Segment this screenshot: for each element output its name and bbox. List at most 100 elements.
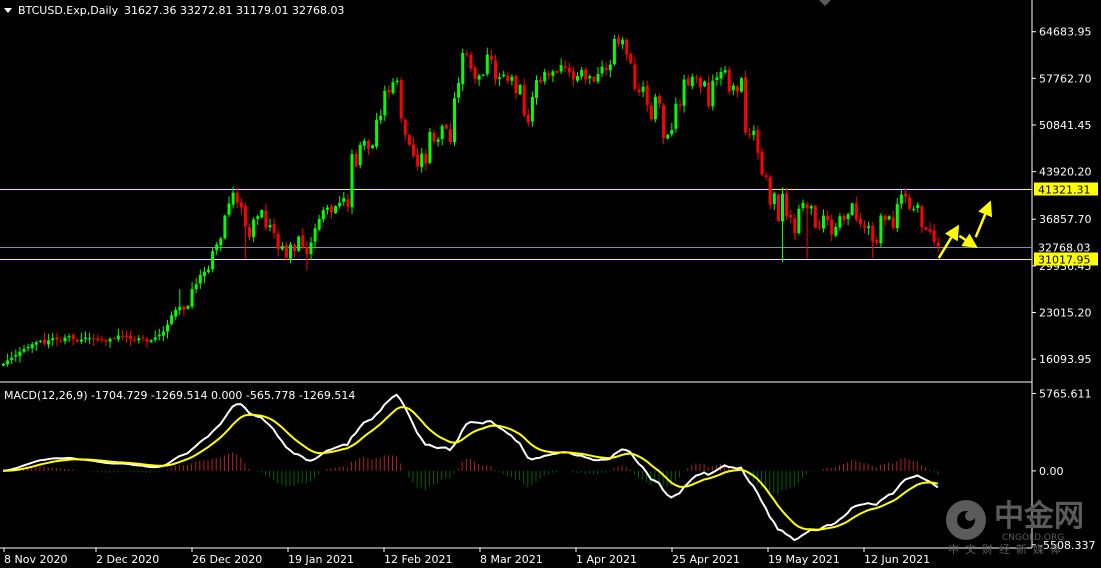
candle-bull <box>178 307 182 311</box>
candle-bear <box>842 215 846 221</box>
candle-bull <box>116 335 120 340</box>
macd-histogram <box>6 452 939 495</box>
candle-bull <box>268 225 272 228</box>
candle-bull <box>481 74 485 76</box>
candle-bear <box>55 337 59 340</box>
candle-bear <box>793 218 797 234</box>
candle-bull <box>801 202 805 209</box>
candle-bear <box>494 60 497 80</box>
candle-bull <box>194 284 198 290</box>
candle-bear <box>75 339 79 342</box>
time-tick-label: 8 Nov 2020 <box>4 553 67 566</box>
time-tick-label: 25 Apr 2021 <box>672 553 740 566</box>
candle-bull <box>772 193 776 204</box>
candle-bull <box>227 203 231 215</box>
candle-bear <box>617 37 620 44</box>
candle-bull <box>186 305 190 309</box>
candle-bull <box>682 79 686 106</box>
candle-bear <box>547 73 551 76</box>
candle-bear <box>43 339 46 344</box>
candle-bear <box>768 177 772 205</box>
candle-bear <box>526 114 530 123</box>
candle-bear <box>444 124 448 129</box>
trading-chart: 64683.95 57762.70 50841.45 43920.20 36857.70… <box>0 0 1101 568</box>
candle-bear <box>346 199 350 207</box>
candle-bear <box>522 85 526 116</box>
candle-bear <box>330 206 333 213</box>
candle-bull <box>580 70 584 77</box>
candle-bull <box>34 342 38 345</box>
candle-bear <box>432 133 436 142</box>
candle-bear <box>920 206 924 228</box>
candle-bear <box>662 104 666 139</box>
candle-bear <box>854 203 858 220</box>
candle-bear <box>96 338 100 341</box>
candle-bull <box>362 140 366 146</box>
candle-bear <box>133 339 137 341</box>
candle-bear <box>756 130 760 153</box>
candle-bear <box>412 144 415 156</box>
candle-bull <box>317 218 321 230</box>
candle-bear <box>366 140 370 149</box>
candle-bull <box>436 139 440 142</box>
candle-bull <box>596 74 600 82</box>
candle-bear <box>735 86 739 92</box>
candle-bull <box>79 339 83 342</box>
price-tick-label: 64683.95 <box>1039 26 1092 39</box>
candle-bear <box>776 194 780 221</box>
candles-group <box>2 34 940 367</box>
candle-bull <box>723 70 727 73</box>
candle-bear <box>678 104 682 106</box>
candle-bear <box>571 71 575 80</box>
candle-bear <box>92 338 96 340</box>
candle-bear <box>637 89 641 93</box>
candle-bull <box>260 210 264 218</box>
candle-bull <box>457 82 461 98</box>
candle-bear <box>243 206 247 227</box>
candle-bull <box>174 309 178 317</box>
candle-bear <box>813 205 817 228</box>
candle-bull <box>309 242 313 254</box>
candle-bear <box>506 75 510 81</box>
candle-bull <box>215 244 219 251</box>
watermark-name: 中金网 <box>994 499 1084 534</box>
macd-tick-label: 0.00 <box>1039 465 1064 478</box>
candle-bear <box>354 153 358 167</box>
candle-bear <box>305 247 309 254</box>
candle-bear <box>293 244 297 252</box>
candle-bull <box>157 334 161 337</box>
candle-bear <box>908 197 912 209</box>
candle-bull <box>321 210 325 220</box>
candle-bear <box>633 64 637 89</box>
candle-bull <box>88 338 92 340</box>
candle-bear <box>473 67 477 79</box>
candle-bear <box>748 133 752 135</box>
candle-bear <box>182 306 186 310</box>
candle-bull <box>256 216 260 219</box>
candle-bull <box>440 125 444 140</box>
candle-bull <box>453 98 456 143</box>
time-tick-label: 12 Jun 2021 <box>864 553 930 566</box>
candle-bull <box>740 78 743 92</box>
time-tick-label: 12 Feb 2021 <box>384 553 452 566</box>
candle-bull <box>846 214 850 220</box>
candle-bull <box>420 153 424 168</box>
watermark-logo <box>946 500 986 540</box>
candle-bull <box>202 271 206 277</box>
candle-bull <box>653 96 657 120</box>
candle-bull <box>371 145 374 149</box>
candle-bear <box>416 154 420 167</box>
candle-bull <box>18 351 22 356</box>
candle-bear <box>707 82 711 107</box>
candle-bull <box>588 76 592 79</box>
candle-bear <box>699 77 702 88</box>
candle-bull <box>313 228 317 242</box>
candle-bear <box>584 69 588 80</box>
candle-bear <box>744 77 748 133</box>
candle-bull <box>719 72 723 79</box>
candle-bear <box>875 239 879 243</box>
candle-bull <box>289 244 292 259</box>
candle-bull <box>350 154 354 208</box>
candle-bull <box>485 54 489 74</box>
candle-bear <box>248 227 251 238</box>
